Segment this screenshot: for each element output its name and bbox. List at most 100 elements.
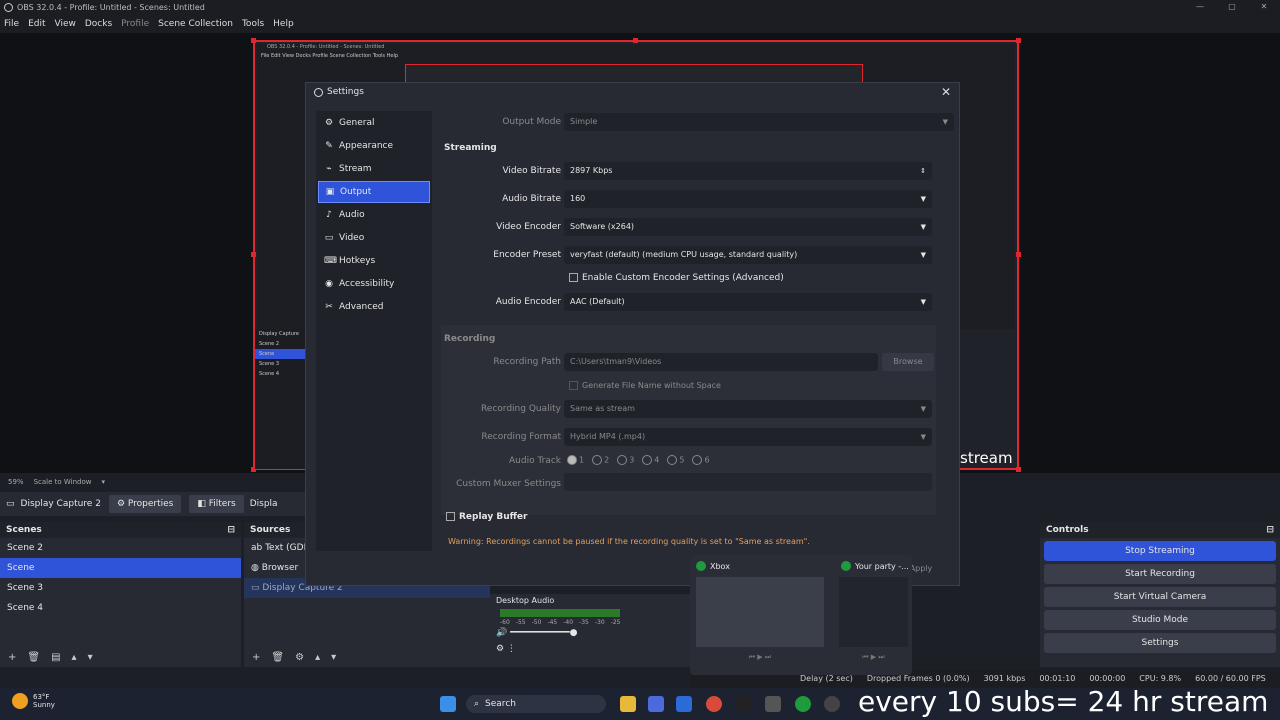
down-icon[interactable]: ▾ bbox=[88, 652, 93, 663]
stream-time: 00:01:10 bbox=[1039, 674, 1076, 683]
scene-item[interactable]: Scene 2 bbox=[0, 538, 241, 558]
close-window-button[interactable]: ✕ bbox=[1248, 0, 1280, 15]
thumb-title: Xbox bbox=[710, 561, 730, 571]
mixer-gear-icon[interactable]: ⚙ ⋮ bbox=[496, 644, 684, 654]
undock-icon[interactable]: ⊟ bbox=[227, 525, 235, 535]
xbox-thumbnail[interactable]: Xbox ⏮ ▶ ⏭ bbox=[690, 555, 830, 675]
browse-button[interactable]: Browse bbox=[882, 353, 934, 371]
menu-help[interactable]: Help bbox=[273, 19, 294, 29]
trash-icon[interactable]: 🗑 bbox=[27, 652, 40, 663]
track-radio[interactable]: 6 bbox=[692, 455, 710, 465]
audio-encoder-select[interactable]: AAC (Default) ▼ bbox=[564, 293, 932, 311]
encoder-preset-label: Encoder Preset bbox=[493, 250, 561, 260]
trash-icon[interactable]: 🗑 bbox=[271, 652, 284, 663]
no-space-checkbox[interactable]: Generate File Name without Space bbox=[569, 381, 721, 390]
replay-buffer-checkbox[interactable]: Replay Buffer bbox=[446, 512, 527, 522]
track-radio[interactable]: 1 bbox=[567, 455, 584, 465]
media-controls[interactable]: ⏮ ▶ ⏭ bbox=[835, 653, 912, 662]
nav-audio[interactable]: ♪ Audio bbox=[318, 204, 430, 226]
menu-scene-collection[interactable]: Scene Collection bbox=[158, 19, 233, 29]
properties-button[interactable]: ⚙ Properties bbox=[108, 495, 182, 513]
menu-docks[interactable]: Docks bbox=[85, 19, 112, 29]
xbox-icon[interactable] bbox=[795, 696, 811, 712]
resize-handle[interactable] bbox=[1016, 252, 1021, 257]
recording-quality-select[interactable]: Same as stream ▼ bbox=[564, 400, 932, 418]
weather-widget[interactable]: 63°F Sunny bbox=[12, 693, 55, 709]
custom-encoder-checkbox[interactable]: Enable Custom Encoder Settings (Advanced… bbox=[569, 273, 784, 283]
spin-icon[interactable]: ⇕ bbox=[920, 162, 926, 180]
nav-video[interactable]: ▭ Video bbox=[318, 227, 430, 249]
nav-advanced[interactable]: ✂ Advanced bbox=[318, 296, 430, 318]
mail-icon[interactable] bbox=[676, 696, 692, 712]
resize-handle[interactable] bbox=[1016, 38, 1021, 43]
party-thumbnail[interactable]: Your party -... ⏮ ▶ ⏭ bbox=[835, 555, 912, 675]
xbox-icon bbox=[841, 561, 851, 571]
audio-bitrate-select[interactable]: 160 ▼ bbox=[564, 190, 932, 208]
resize-handle[interactable] bbox=[633, 38, 638, 43]
up-icon[interactable]: ▴ bbox=[315, 652, 320, 663]
chevron-down-icon: ▼ bbox=[920, 223, 926, 231]
windows-start-icon[interactable] bbox=[440, 696, 456, 712]
resize-handle[interactable] bbox=[251, 252, 256, 257]
menu-profile[interactable]: Profile bbox=[121, 19, 149, 29]
start-recording-button[interactable]: Start Recording bbox=[1044, 564, 1276, 584]
folder-icon[interactable] bbox=[620, 696, 636, 712]
recording-format-select[interactable]: Hybrid MP4 (.mp4) ▼ bbox=[564, 428, 932, 446]
capcut-icon[interactable] bbox=[735, 696, 751, 712]
recording-header: Recording bbox=[444, 334, 496, 344]
output-mode-select[interactable]: Simple ▼ bbox=[564, 113, 954, 131]
scene-item[interactable]: Scene bbox=[0, 558, 241, 578]
close-icon[interactable]: ✕ bbox=[941, 85, 951, 99]
media-controls[interactable]: ⏮ ▶ ⏭ bbox=[690, 653, 830, 662]
gear-icon[interactable]: ⚙ bbox=[295, 652, 304, 663]
up-icon[interactable]: ▴ bbox=[72, 652, 77, 663]
minimize-button[interactable]: — bbox=[1184, 0, 1216, 15]
nav-general[interactable]: ⚙ General bbox=[318, 112, 430, 134]
chevron-down-icon[interactable]: ▾ bbox=[101, 478, 105, 486]
track-radio[interactable]: 3 bbox=[617, 455, 634, 465]
down-icon[interactable]: ▾ bbox=[331, 652, 336, 663]
menu-edit[interactable]: Edit bbox=[28, 19, 45, 29]
scene-item[interactable]: Scene 4 bbox=[0, 598, 241, 618]
stop-streaming-button[interactable]: Stop Streaming bbox=[1044, 541, 1276, 561]
menu-tools[interactable]: Tools bbox=[242, 19, 264, 29]
taskbar-search[interactable]: ⌕ Search bbox=[466, 695, 606, 713]
filters-button[interactable]: ◧ Filters bbox=[189, 495, 244, 513]
zoom-level[interactable]: 59% bbox=[8, 478, 24, 486]
video-bitrate-input[interactable]: 2897 Kbps ⇕ bbox=[564, 162, 932, 180]
app-icon[interactable] bbox=[765, 696, 781, 712]
maximize-button[interactable]: ▢ bbox=[1216, 0, 1248, 15]
custom-muxer-input[interactable] bbox=[564, 473, 932, 491]
chrome-icon[interactable] bbox=[706, 696, 722, 712]
recording-path-input[interactable]: C:\Users\tman9\Videos bbox=[564, 353, 878, 371]
start-virtual-camera-button[interactable]: Start Virtual Camera bbox=[1044, 587, 1276, 607]
scale-mode[interactable]: Scale to Window bbox=[34, 478, 92, 486]
settings-button[interactable]: Settings bbox=[1044, 633, 1276, 653]
resize-handle[interactable] bbox=[251, 38, 256, 43]
studio-mode-button[interactable]: Studio Mode bbox=[1044, 610, 1276, 630]
video-encoder-select[interactable]: Software (x264) ▼ bbox=[564, 218, 932, 236]
obs-taskbar-icon[interactable] bbox=[824, 696, 840, 712]
track-radio[interactable]: 2 bbox=[592, 455, 609, 465]
scene-item[interactable]: Scene 3 bbox=[0, 578, 241, 598]
nav-accessibility[interactable]: ◉ Accessibility bbox=[318, 273, 430, 295]
track-radio[interactable]: 5 bbox=[667, 455, 684, 465]
menu-view[interactable]: View bbox=[55, 19, 76, 29]
nav-appearance[interactable]: ✎ Appearance bbox=[318, 135, 430, 157]
volume-slider[interactable]: 🔊 ━━━━━━━━━━━● bbox=[496, 628, 684, 638]
nav-stream[interactable]: ⌁ Stream bbox=[318, 158, 430, 180]
undock-icon[interactable]: ⊟ bbox=[1266, 525, 1274, 535]
add-icon[interactable]: + bbox=[8, 652, 16, 663]
nested-scene: Scene 4 bbox=[259, 371, 280, 377]
display-select[interactable]: Displa bbox=[250, 499, 278, 509]
menu-file[interactable]: File bbox=[4, 19, 19, 29]
track-radio[interactable]: 4 bbox=[642, 455, 659, 465]
add-icon[interactable]: + bbox=[252, 652, 260, 663]
filter-icon[interactable]: ▤ bbox=[51, 652, 60, 663]
nav-hotkeys[interactable]: ⌨ Hotkeys bbox=[318, 250, 430, 272]
nav-output[interactable]: ▣ Output bbox=[318, 181, 430, 203]
resize-handle[interactable] bbox=[1016, 467, 1021, 472]
video-bitrate-label: Video Bitrate bbox=[502, 166, 561, 176]
encoder-preset-select[interactable]: veryfast (default) (medium CPU usage, st… bbox=[564, 246, 932, 264]
store-icon[interactable] bbox=[648, 696, 664, 712]
